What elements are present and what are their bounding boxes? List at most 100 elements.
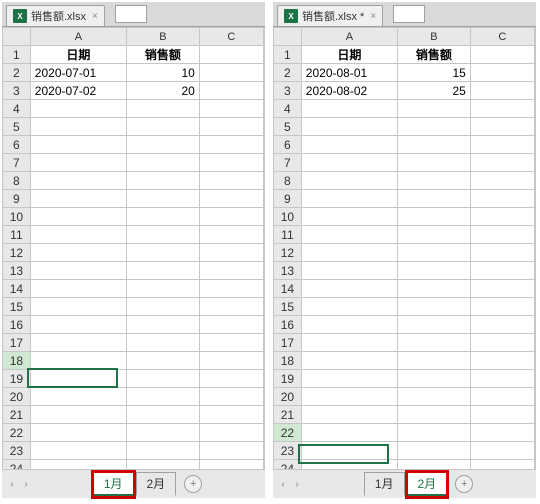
cell-A2[interactable]: 2020-07-01	[30, 64, 126, 82]
cell-C12[interactable]	[470, 244, 534, 262]
cell-C24[interactable]	[199, 460, 263, 470]
cell-A16[interactable]	[301, 316, 397, 334]
row-header-18[interactable]: 18	[3, 352, 31, 370]
cell-B24[interactable]	[127, 460, 200, 470]
cell-B8[interactable]	[398, 172, 471, 190]
cell-C17[interactable]	[199, 334, 263, 352]
cell-B7[interactable]	[398, 154, 471, 172]
cell-C18[interactable]	[470, 352, 534, 370]
row-header-15[interactable]: 15	[3, 298, 31, 316]
sheet-area[interactable]: ABC1日期销售额22020-07-011032020-07-022045678…	[2, 27, 265, 469]
cell-B6[interactable]	[398, 136, 471, 154]
cell-A17[interactable]	[30, 334, 126, 352]
cell-A20[interactable]	[30, 388, 126, 406]
cell-A13[interactable]	[30, 262, 126, 280]
row-header-18[interactable]: 18	[274, 352, 302, 370]
row-header-4[interactable]: 4	[3, 100, 31, 118]
cell-C17[interactable]	[470, 334, 534, 352]
cell-B18[interactable]	[398, 352, 471, 370]
cell-C19[interactable]	[199, 370, 263, 388]
cell-B15[interactable]	[127, 298, 200, 316]
cell-C23[interactable]	[199, 442, 263, 460]
cell-A14[interactable]	[301, 280, 397, 298]
cell-B15[interactable]	[398, 298, 471, 316]
sheet-tab-2月[interactable]: 2月	[136, 472, 177, 497]
cell-B13[interactable]	[127, 262, 200, 280]
cell-C11[interactable]	[470, 226, 534, 244]
row-header-9[interactable]: 9	[274, 190, 302, 208]
row-header-12[interactable]: 12	[274, 244, 302, 262]
cell-B23[interactable]	[398, 442, 471, 460]
cell-C10[interactable]	[470, 208, 534, 226]
add-sheet-button[interactable]: +	[184, 475, 202, 493]
cell-B16[interactable]	[398, 316, 471, 334]
sheet-nav-next[interactable]: ›	[20, 475, 32, 493]
cell-A3[interactable]: 2020-08-02	[301, 82, 397, 100]
cell-A23[interactable]	[301, 442, 397, 460]
cell-C6[interactable]	[199, 136, 263, 154]
cell-B1[interactable]: 销售额	[127, 46, 200, 64]
sheet-tab-2月[interactable]: 2月	[407, 472, 448, 497]
cell-C16[interactable]	[199, 316, 263, 334]
cell-B10[interactable]	[398, 208, 471, 226]
row-header-1[interactable]: 1	[3, 46, 31, 64]
cell-C21[interactable]	[199, 406, 263, 424]
cell-grid[interactable]: ABC1日期销售额22020-07-011032020-07-022045678…	[2, 27, 264, 469]
cell-A24[interactable]	[301, 460, 397, 470]
row-header-11[interactable]: 11	[274, 226, 302, 244]
cell-A18[interactable]	[301, 352, 397, 370]
row-header-23[interactable]: 23	[3, 442, 31, 460]
sheet-tab-1月[interactable]: 1月	[93, 472, 134, 497]
cell-B18[interactable]	[127, 352, 200, 370]
cell-A19[interactable]	[30, 370, 126, 388]
cell-A14[interactable]	[30, 280, 126, 298]
file-tab[interactable]: X销售额.xlsx *×	[277, 5, 383, 26]
cell-A22[interactable]	[30, 424, 126, 442]
cell-A11[interactable]	[301, 226, 397, 244]
cell-A16[interactable]	[30, 316, 126, 334]
cell-A3[interactable]: 2020-07-02	[30, 82, 126, 100]
cell-C22[interactable]	[470, 424, 534, 442]
cell-C20[interactable]	[470, 388, 534, 406]
sheet-tab-1月[interactable]: 1月	[364, 472, 405, 497]
close-icon[interactable]: ×	[370, 11, 376, 22]
cell-C12[interactable]	[199, 244, 263, 262]
cell-C14[interactable]	[199, 280, 263, 298]
cell-B16[interactable]	[127, 316, 200, 334]
cell-B2[interactable]: 10	[127, 64, 200, 82]
row-header-20[interactable]: 20	[274, 388, 302, 406]
name-box[interactable]	[115, 5, 147, 23]
cell-B10[interactable]	[127, 208, 200, 226]
cell-A8[interactable]	[301, 172, 397, 190]
cell-A19[interactable]	[301, 370, 397, 388]
cell-B7[interactable]	[127, 154, 200, 172]
row-header-14[interactable]: 14	[3, 280, 31, 298]
cell-B22[interactable]	[398, 424, 471, 442]
row-header-17[interactable]: 17	[3, 334, 31, 352]
row-header-21[interactable]: 21	[3, 406, 31, 424]
cell-C4[interactable]	[199, 100, 263, 118]
cell-C5[interactable]	[470, 118, 534, 136]
cell-B12[interactable]	[398, 244, 471, 262]
cell-B6[interactable]	[127, 136, 200, 154]
cell-B14[interactable]	[398, 280, 471, 298]
row-header-13[interactable]: 13	[274, 262, 302, 280]
close-icon[interactable]: ×	[92, 11, 98, 22]
row-header-14[interactable]: 14	[274, 280, 302, 298]
cell-C1[interactable]	[199, 46, 263, 64]
row-header-12[interactable]: 12	[3, 244, 31, 262]
row-header-22[interactable]: 22	[3, 424, 31, 442]
cell-C20[interactable]	[199, 388, 263, 406]
cell-B5[interactable]	[127, 118, 200, 136]
row-header-23[interactable]: 23	[274, 442, 302, 460]
row-header-16[interactable]: 16	[274, 316, 302, 334]
cell-B20[interactable]	[398, 388, 471, 406]
cell-C18[interactable]	[199, 352, 263, 370]
row-header-8[interactable]: 8	[274, 172, 302, 190]
cell-C2[interactable]	[470, 64, 534, 82]
cell-C8[interactable]	[199, 172, 263, 190]
cell-C3[interactable]	[470, 82, 534, 100]
col-header-A[interactable]: A	[30, 28, 126, 46]
col-header-B[interactable]: B	[398, 28, 471, 46]
cell-B12[interactable]	[127, 244, 200, 262]
